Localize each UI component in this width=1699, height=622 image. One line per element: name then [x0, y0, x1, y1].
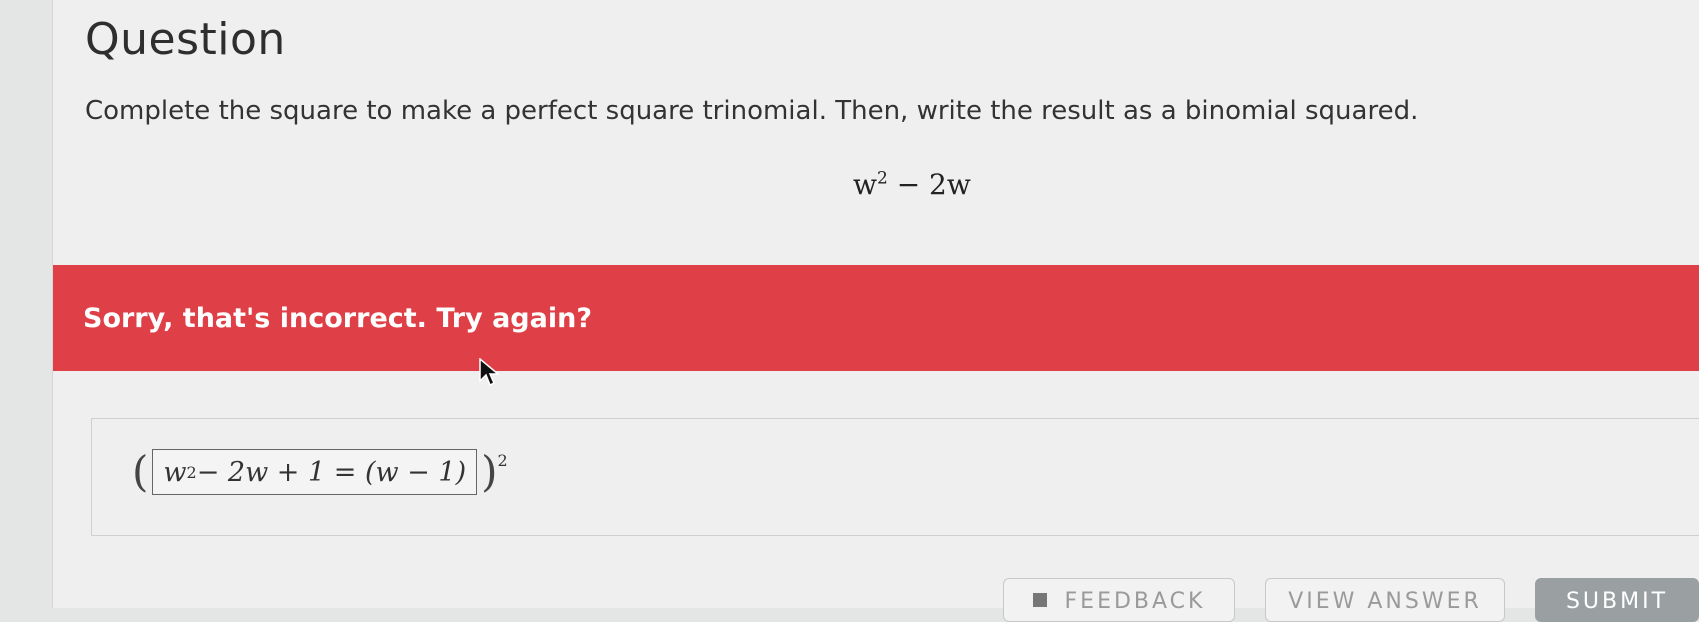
page-title: Question — [85, 14, 286, 65]
expression-rest: − 2w — [887, 168, 971, 201]
feedback-button[interactable]: FEEDBACK — [1003, 578, 1235, 622]
answer-expression: ( w2 − 2w + 1 = (w − 1) ) 2 — [132, 449, 508, 495]
question-expression: w2 − 2w — [853, 168, 971, 201]
answer-container: ( w2 − 2w + 1 = (w − 1) ) 2 — [91, 418, 1699, 536]
submit-button[interactable]: SUBMIT — [1535, 578, 1699, 622]
open-paren: ( — [132, 447, 149, 496]
view-answer-button[interactable]: VIEW ANSWER — [1265, 578, 1505, 622]
field-exponent: 2 — [186, 462, 197, 482]
answer-input[interactable]: w2 − 2w + 1 = (w − 1) — [152, 449, 478, 495]
feedback-banner: Sorry, that's incorrect. Try again? — [53, 265, 1699, 371]
close-paren: ) — [481, 447, 498, 496]
outer-exponent: 2 — [497, 451, 508, 470]
field-rest: − 2w + 1 = (w − 1) — [196, 456, 467, 488]
question-page: Question Complete the square to make a p… — [52, 0, 1699, 608]
mouse-pointer-icon — [479, 358, 501, 387]
feedback-icon — [1032, 593, 1047, 607]
submit-label: SUBMIT — [1565, 589, 1669, 614]
expression-exponent: 2 — [876, 168, 888, 189]
feedback-message: Sorry, that's incorrect. Try again? — [83, 303, 592, 334]
view-answer-label: VIEW ANSWER — [1288, 589, 1482, 614]
field-base: w — [163, 456, 187, 488]
question-prompt: Complete the square to make a perfect sq… — [85, 96, 1419, 126]
feedback-button-label: FEEDBACK — [1064, 589, 1206, 614]
expression-base: w — [853, 168, 877, 201]
